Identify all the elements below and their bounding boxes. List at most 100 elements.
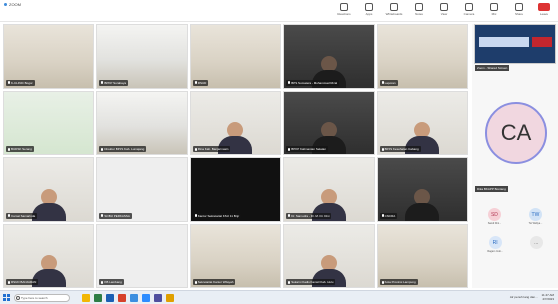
edge-icon[interactable] (130, 294, 138, 302)
zoom-app-icon[interactable] (142, 294, 150, 302)
attendee-label: Ragam Indo... (487, 250, 504, 253)
toolbar-button-label: Mic (491, 12, 497, 16)
participant-name: BPJS Kesehatan Cabang (384, 147, 419, 151)
participant-name-label: K-CLINIC Bogor (6, 79, 35, 86)
view-icon (440, 3, 448, 11)
powerpoint-icon[interactable] (118, 294, 126, 302)
apps-icon (365, 3, 373, 11)
participant-video-tile[interactable]: RSUD (189, 24, 282, 89)
participant-video-tile[interactable]: Kota Provinsi Lampung (376, 223, 468, 288)
mini-attendee[interactable]: RI Ragam Indo... (487, 236, 503, 253)
toolbar-button-share[interactable]: Share (509, 1, 529, 16)
participant-video-tile[interactable]: Sukarni Kadis Kanwil Kab. Hulu (283, 223, 375, 288)
taskbar-apps (82, 294, 174, 302)
mini-attendee[interactable]: ... (529, 236, 543, 253)
mic-icon (288, 214, 291, 218)
attendee-avatar: TW (528, 208, 542, 221)
mic-icon (194, 81, 197, 85)
participant-video-tile[interactable]: KB Lambang (96, 223, 188, 288)
participant-name-label: Sukarni Kadis Kanwil Kab. Hulu (286, 279, 336, 285)
toolbar-buttons: Reactions Apps Whiteboards Notes View Camera M… (334, 1, 554, 16)
participant-name-label: RSUD (192, 79, 209, 86)
taskbar-search-input[interactable]: Type here to search (14, 294, 70, 302)
participant-name: BPKP Surabaya (104, 80, 127, 85)
participant-figure (405, 188, 440, 221)
toolbar-button-mic[interactable]: Mic (484, 1, 504, 16)
leave-icon (538, 3, 550, 11)
participant-name: SOBU PERKASSA (104, 213, 130, 218)
participant-video-tile[interactable]: K-CLINIC Bogor (3, 24, 95, 89)
toolbar-button-camera[interactable]: Camera (459, 1, 479, 16)
participant-name: RSUD (197, 80, 207, 85)
toolbar-button-apps[interactable]: Apps (359, 1, 379, 16)
toolbar-button-whiteboards[interactable]: Whiteboards (384, 1, 404, 16)
participant-video-tile[interactable]: BUDSK Serang (3, 90, 95, 155)
active-speaker-avatar[interactable]: CA (485, 102, 547, 164)
participant-video-tile[interactable]: CNCRA (376, 157, 468, 222)
participant-name: K-CLINIC Bogor (11, 80, 33, 85)
participant-name: Direktur BPJS Kab. Lumajang (104, 147, 145, 151)
toolbar-button-label: View (440, 12, 448, 16)
mic-icon (194, 147, 197, 151)
mini-attendee[interactable]: SD Sandi Dini... (488, 208, 501, 225)
toolbar-button-notes[interactable]: Notes (409, 1, 429, 16)
zoom-logo-icon (4, 3, 7, 6)
shared-screen-name: Zoom - Shared Screen (475, 65, 510, 71)
mic-icon (8, 81, 10, 85)
mini-attendees-row: SD Sandi Dini... TW Tio Widiya... (474, 208, 556, 225)
toolbar-button-reactions[interactable]: Reactions (334, 1, 354, 16)
attendee-label: Sandi Dini... (487, 222, 502, 225)
active-speaker-label: Dika BKAPP Bontang (475, 186, 508, 192)
participant-video-tile[interactable]: BPS Sumatera - Muhammad Rizal (283, 24, 375, 89)
participant-name-label: Sekretariat Kantor Wilayah (192, 279, 236, 285)
attendee-avatar: ... (529, 236, 543, 249)
mic-icon (288, 147, 291, 151)
toolbar-button-label: Camera (463, 12, 475, 16)
toolbar-button-label: Whiteboards (385, 12, 403, 16)
clock-date: 4/7/2023 (542, 297, 554, 301)
toolbar-button-label: Leave (539, 12, 549, 16)
teams-icon[interactable] (154, 294, 162, 302)
participant-name: Rina Kab. Banjarmasin (197, 147, 229, 151)
clock[interactable]: 11:47 AM 4/7/2023 (542, 293, 554, 301)
mic-icon (288, 81, 291, 85)
participant-video-tile[interactable]: Dr. Samudra - Dr. M. Dr. Dini (283, 157, 375, 222)
participant-video-tile[interactable]: Camat Samarinda (3, 157, 95, 222)
participant-video-tile[interactable]: SOBU PERKASSA (96, 157, 188, 222)
participant-video-tile[interactable]: BPJS Kesehatan Cabang (376, 90, 468, 155)
mini-attendee[interactable]: TW Tio Widiya... (528, 208, 542, 225)
whiteboard-icon (390, 3, 398, 11)
participant-video-tile[interactable]: Laporan (376, 24, 468, 89)
mic-icon (381, 280, 384, 284)
top-toolbar: ZOOM Reactions Apps Whiteboards Notes View Ca… (0, 0, 558, 22)
participant-video-tile[interactable]: Kantor Sekretariat KSU 11 Bnjr (189, 157, 282, 222)
participant-name: Dr. Samudra - Dr. M. Dr. Dini (291, 213, 330, 218)
participant-name: Laporan (384, 80, 396, 85)
participant-name-label: Kota Provinsi Lampung (379, 279, 418, 285)
participant-name: BUDSK Serang (11, 147, 32, 151)
chrome-icon[interactable] (166, 294, 174, 302)
file-explorer-icon[interactable] (82, 294, 90, 302)
toolbar-button-view[interactable]: View (434, 1, 454, 16)
start-button[interactable] (3, 294, 10, 301)
participant-video-tile[interactable]: RSUD BANJARAN (3, 223, 95, 288)
participant-video-tile[interactable]: Rina Kab. Banjarmasin (189, 90, 282, 155)
attendee-avatar: SD (487, 208, 501, 221)
participant-video-tile[interactable]: BPKP Surabaya (96, 24, 188, 89)
participant-video-tile[interactable]: BPKP Kalimantan Selatan (283, 90, 375, 155)
participant-name-label: Kantor Sekretariat KSU 11 Bnjr (192, 212, 242, 219)
excel-icon[interactable] (94, 294, 102, 302)
attendee-avatar: RI (488, 236, 502, 249)
shared-screen-thumbnail[interactable] (474, 24, 556, 64)
participant-video-tile[interactable]: Sekretariat Kantor Wilayah (189, 223, 282, 288)
participant-video-tile[interactable]: Direktur BPJS Kab. Lumajang (96, 90, 188, 155)
participant-name: Kantor Sekretariat KSU 11 Bnjr (197, 213, 240, 218)
mic-icon (8, 147, 10, 151)
reactions-icon (340, 3, 348, 11)
system-tray: Air penuh lang dan... 11:47 AM 4/7/2023 (510, 293, 554, 301)
toolbar-button-leave[interactable]: Leave (534, 1, 554, 16)
toolbar-button-label: Notes (415, 12, 423, 16)
participant-name-label: KB Lambang (99, 279, 124, 285)
word-icon[interactable] (106, 294, 114, 302)
participant-name-label: CNCRA (379, 212, 398, 219)
